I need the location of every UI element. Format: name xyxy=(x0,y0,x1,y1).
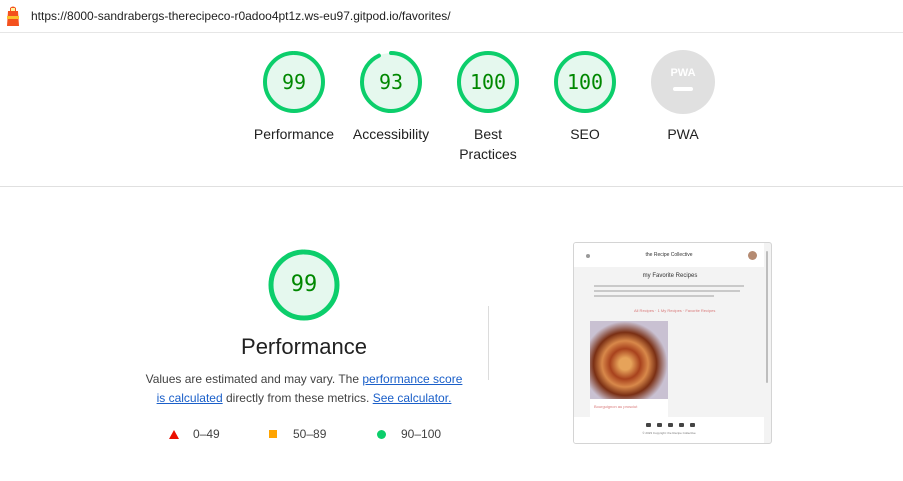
gauge-label: Accessibility xyxy=(352,126,430,142)
preview-copyright: © 2023 Copyright: the Recipe Collective xyxy=(642,431,696,435)
gauge-seo[interactable]: 100 SEO xyxy=(535,50,635,144)
vertical-divider xyxy=(488,306,489,380)
gauge-label: SEO xyxy=(570,126,600,142)
legend-average: 50–89 xyxy=(293,427,327,441)
github-icon xyxy=(690,423,695,427)
final-screenshot[interactable]: the Recipe Collective my Favorite Recipe… xyxy=(573,242,772,444)
gauge-score: 100 xyxy=(469,70,507,94)
section-divider xyxy=(0,186,903,187)
gauge-score: 93 xyxy=(378,70,404,94)
performance-title: Performance xyxy=(241,334,367,359)
gauge-label: Performance xyxy=(253,126,335,142)
preview-filters: All Recipes · 1 My Recipes · Favorite Re… xyxy=(634,308,716,313)
avatar xyxy=(748,251,757,260)
preview-recipe-card: Bourguignon au prosciut xyxy=(590,321,668,419)
recipe-image xyxy=(590,321,668,399)
gauge-ring: 99 xyxy=(262,50,326,114)
see-calculator-link[interactable]: See calculator. xyxy=(373,391,452,405)
linkedin-icon xyxy=(679,423,684,427)
url-bar: https://8000-sandrabergs-therecipeco-r0a… xyxy=(0,0,903,33)
pass-circle-icon xyxy=(377,430,386,439)
preview-footer xyxy=(574,417,764,443)
preview-text-line xyxy=(594,290,740,292)
twitter-icon xyxy=(657,423,662,427)
gauge-best-practices[interactable]: 100 Best Practices xyxy=(438,50,538,164)
gauge-score: 100 xyxy=(566,70,604,94)
menu-icon xyxy=(586,254,590,258)
gauge-pwa[interactable]: PWA PWA xyxy=(633,50,733,144)
category-gauges: 99 Performance 93 Accessibility 100 Best… xyxy=(0,50,903,180)
instagram-icon xyxy=(668,423,673,427)
gauge-ring: 100 xyxy=(456,50,520,114)
preview-header: the Recipe Collective xyxy=(574,243,764,267)
average-square-icon xyxy=(269,430,277,438)
preview-page-title: my Favorite Recipes xyxy=(642,273,698,279)
fail-triangle-icon xyxy=(169,430,179,439)
legend-fail: 0–49 xyxy=(193,427,220,441)
preview-scrollbar xyxy=(766,251,768,383)
facebook-icon xyxy=(646,423,651,427)
preview-card-title: Bourguignon au prosciut xyxy=(594,404,638,409)
legend-pass: 90–100 xyxy=(401,427,442,441)
lighthouse-icon xyxy=(7,6,19,26)
performance-description: Values are estimated and may vary. The p… xyxy=(140,370,468,408)
gauge-ring: 100 xyxy=(553,50,617,114)
description-text: directly from these metrics. xyxy=(222,391,373,405)
gauge-performance[interactable]: 99 Performance xyxy=(244,50,344,144)
gauge-label: Best Practices xyxy=(459,126,517,162)
performance-score-gauge: 99 xyxy=(268,249,340,321)
page-url[interactable]: https://8000-sandrabergs-therecipeco-r0a… xyxy=(31,9,451,23)
gauge-accessibility[interactable]: 93 Accessibility xyxy=(341,50,441,144)
performance-score: 99 xyxy=(290,272,318,297)
pwa-badge-text: PWA xyxy=(670,67,695,79)
preview-text-line xyxy=(594,295,714,297)
preview-brand: the Recipe Collective xyxy=(645,252,693,258)
gauge-score: 99 xyxy=(281,70,307,94)
description-text: Values are estimated and may vary. The xyxy=(145,372,363,386)
gauge-label: PWA xyxy=(667,126,699,142)
preview-text-line xyxy=(594,285,744,287)
pwa-badge-icon: PWA xyxy=(651,50,715,114)
gauge-ring: 93 xyxy=(359,50,423,114)
